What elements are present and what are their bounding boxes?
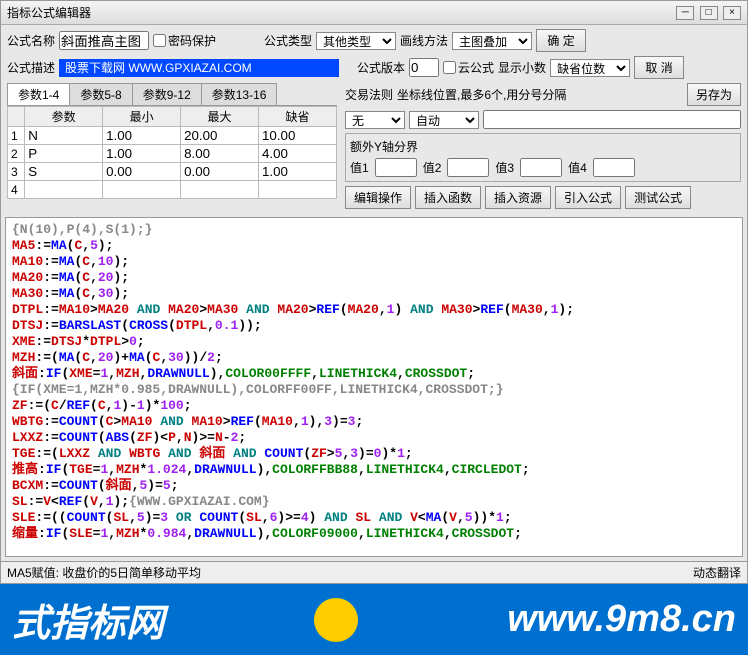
param-name[interactable] bbox=[28, 182, 83, 197]
tab-params-9-12[interactable]: 参数9-12 bbox=[132, 83, 202, 105]
logo-icon bbox=[314, 598, 358, 642]
cancel-button[interactable]: 取 消 bbox=[634, 56, 684, 79]
label-version: 公式版本 bbox=[357, 59, 405, 76]
insert-res-button[interactable]: 插入资源 bbox=[485, 186, 551, 209]
trade-rule-select[interactable]: 无 bbox=[345, 111, 405, 129]
label-name: 公式名称 bbox=[7, 32, 55, 49]
tab-params-13-16[interactable]: 参数13-16 bbox=[201, 83, 278, 105]
edit-op-button[interactable]: 编辑操作 bbox=[345, 186, 411, 209]
cloud-checkbox[interactable]: 云公式 bbox=[443, 59, 494, 76]
insert-fn-button[interactable]: 插入函数 bbox=[415, 186, 481, 209]
value4-input[interactable] bbox=[593, 158, 635, 177]
tab-params-1-4[interactable]: 参数1-4 bbox=[7, 83, 70, 105]
close-icon[interactable]: × bbox=[723, 6, 741, 20]
import-formula-button[interactable]: 引入公式 bbox=[555, 186, 621, 209]
param-name[interactable] bbox=[28, 146, 83, 161]
value3-input[interactable] bbox=[520, 158, 562, 177]
value1-input[interactable] bbox=[375, 158, 417, 177]
label-trade-rule: 交易法则 bbox=[345, 86, 393, 103]
status-text: MA5赋值: 收盘价的5日简单移动平均 bbox=[7, 564, 201, 581]
label-draw: 画线方法 bbox=[400, 32, 448, 49]
label-desc: 公式描述 bbox=[7, 59, 55, 76]
minimize-icon[interactable]: ─ bbox=[676, 6, 694, 20]
tab-params-5-8[interactable]: 参数5-8 bbox=[69, 83, 132, 105]
params-table: 参数 最小最大缺省 1 2 3 4 bbox=[7, 106, 337, 199]
label-type: 公式类型 bbox=[264, 32, 312, 49]
table-row: 3 bbox=[8, 163, 337, 181]
maximize-icon[interactable]: □ bbox=[700, 6, 718, 20]
formula-desc[interactable]: 股票下载网 WWW.GPXIAZAI.COM bbox=[59, 59, 339, 77]
decimal-select[interactable]: 缺省位数 bbox=[550, 59, 630, 77]
ok-button[interactable]: 确 定 bbox=[536, 29, 586, 52]
table-row: 2 bbox=[8, 145, 337, 163]
formula-name-input[interactable] bbox=[59, 31, 149, 50]
footer-banner: 式指标网 www.9m8.cn bbox=[0, 584, 748, 655]
password-checkbox[interactable]: 密码保护 bbox=[153, 32, 216, 49]
table-row: 4 bbox=[8, 181, 337, 199]
value2-input[interactable] bbox=[447, 158, 489, 177]
extra-axis-label: 额外Y轴分界 bbox=[350, 138, 736, 155]
code-editor[interactable]: {N(10),P(4),S(1);} MA5:=MA(C,5); MA10:=M… bbox=[5, 217, 743, 557]
window-title: 指标公式编辑器 bbox=[7, 4, 91, 21]
formula-type-select[interactable]: 其他类型 bbox=[316, 32, 396, 50]
param-name[interactable] bbox=[28, 128, 83, 143]
coord-input[interactable] bbox=[483, 110, 741, 129]
table-row: 1 bbox=[8, 127, 337, 145]
param-name[interactable] bbox=[28, 164, 83, 179]
version-input[interactable] bbox=[409, 58, 439, 77]
label-decimal: 显示小数 bbox=[498, 59, 546, 76]
coord-hint: 坐标线位置,最多6个,用分号分隔 bbox=[397, 86, 683, 103]
save-as-button[interactable]: 另存为 bbox=[687, 83, 741, 106]
draw-method-select[interactable]: 主图叠加 bbox=[452, 32, 532, 50]
dyn-translate[interactable]: 动态翻译 bbox=[693, 564, 741, 581]
coord-mode-select[interactable]: 自动 bbox=[409, 111, 479, 129]
test-formula-button[interactable]: 测试公式 bbox=[625, 186, 691, 209]
